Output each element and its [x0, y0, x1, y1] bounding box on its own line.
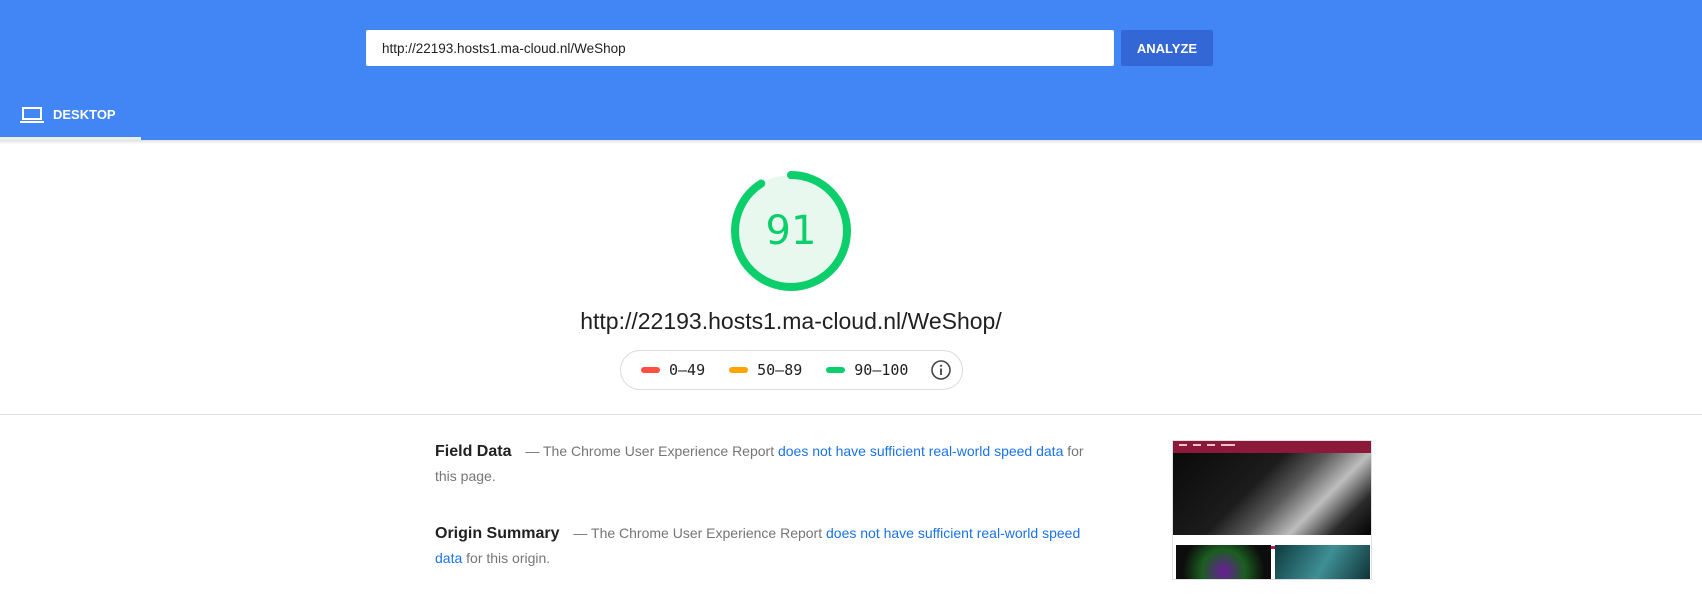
tab-desktop[interactable]: DESKTOP [0, 92, 141, 140]
thumbnail-hero-image [1173, 453, 1371, 535]
legend-fail-label: 0–49 [669, 361, 706, 379]
legend-pass-label: 90–100 [854, 361, 909, 379]
legend-pass-marker [826, 367, 846, 373]
thumbnail-navbar [1173, 441, 1371, 453]
performance-score-value: 91 [765, 208, 817, 254]
legend-average-label: 50–89 [757, 361, 803, 379]
field-data-section: Field Data — The Chrome User Experience … [435, 439, 1085, 489]
thumbnail-caption [1173, 536, 1371, 549]
field-data-link[interactable]: does not have sufficient real-world spee… [778, 443, 1063, 459]
page-screenshot-thumbnail [1172, 440, 1372, 580]
header-shadow [0, 140, 1702, 144]
info-icon[interactable] [930, 359, 952, 381]
origin-summary-title: Origin Summary [435, 525, 560, 542]
analyze-button[interactable]: ANALYZE [1121, 30, 1213, 66]
origin-summary-suffix: for this origin. [466, 550, 551, 566]
legend-item-fail: 0–49 [641, 361, 705, 379]
origin-summary-prefix: — The Chrome User Experience Report [573, 525, 823, 541]
field-data-title: Field Data [435, 443, 512, 460]
analyzed-page-url: http://22193.hosts1.ma-cloud.nl/WeShop/ [580, 308, 1002, 334]
header-bar: ANALYZE DESKTOP [0, 0, 1702, 140]
field-data-prefix: — The Chrome User Experience Report [525, 443, 775, 459]
legend-item-pass: 90–100 [826, 361, 908, 379]
laptop-icon [20, 106, 44, 124]
url-input[interactable] [366, 30, 1114, 66]
section-divider [0, 414, 1702, 415]
score-legend: 0–49 50–89 90–100 [620, 350, 963, 390]
thumbnail-product-image [1275, 545, 1370, 579]
origin-summary-section: Origin Summary — The Chrome User Experie… [435, 521, 1085, 571]
tab-desktop-label: DESKTOP [53, 107, 116, 122]
thumbnail-product-image [1176, 545, 1271, 579]
legend-average-marker [729, 367, 749, 373]
legend-fail-marker [641, 367, 660, 373]
legend-item-average: 50–89 [729, 361, 802, 379]
